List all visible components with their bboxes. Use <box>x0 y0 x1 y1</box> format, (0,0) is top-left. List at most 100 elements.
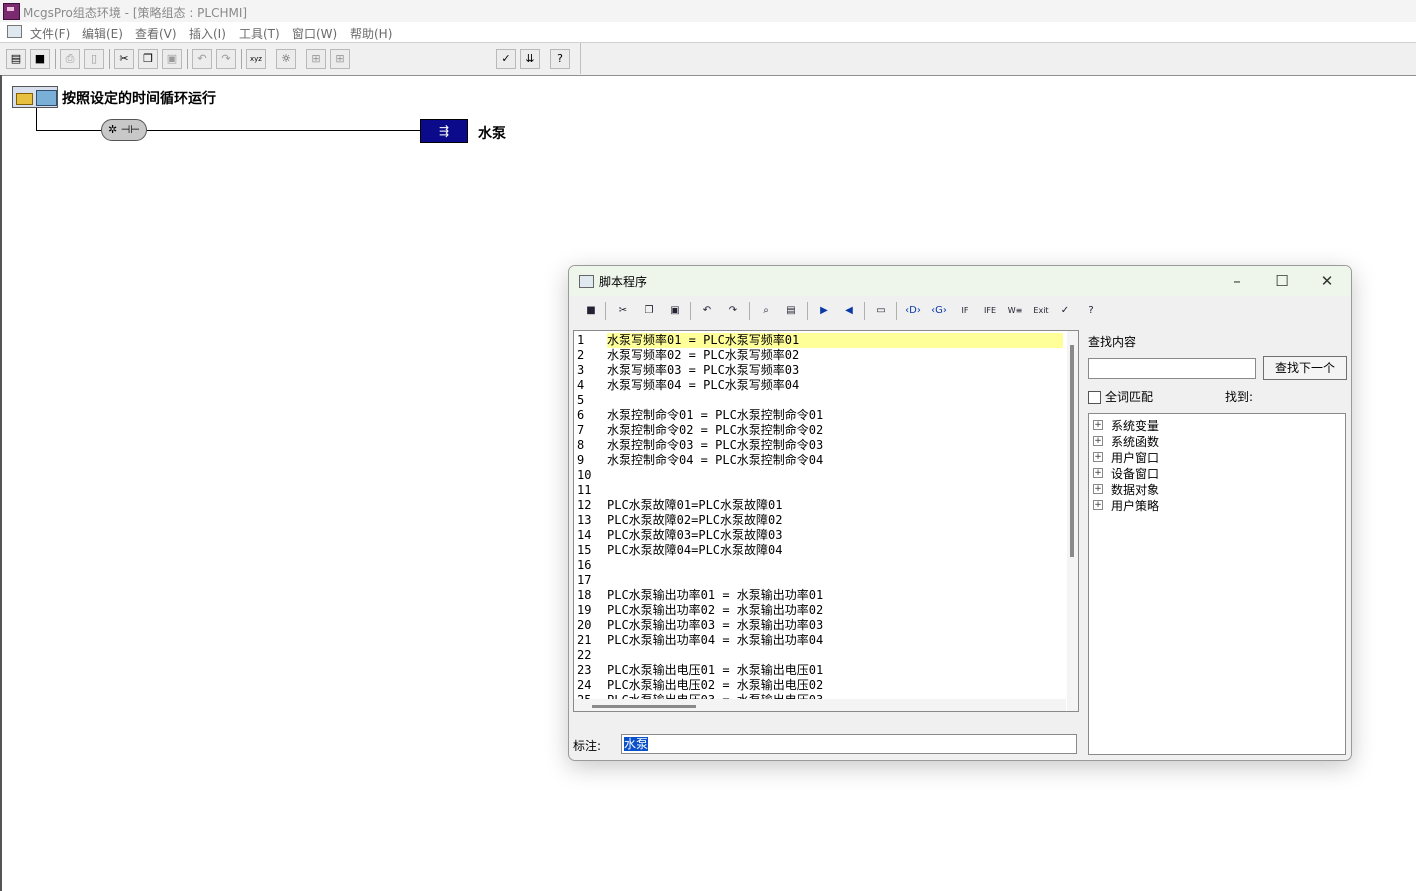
workspace-icon[interactable]: ▤ <box>6 49 26 69</box>
menu-help[interactable]: 帮助(H) <box>350 25 392 42</box>
redo-icon[interactable]: ↷ <box>216 49 236 69</box>
copy-icon[interactable]: ❐ <box>639 301 659 320</box>
horizontal-scrollbar[interactable] <box>574 699 1066 711</box>
app-icon <box>3 3 20 20</box>
outdent-icon[interactable]: ◀ <box>839 301 859 320</box>
code-line[interactable]: 2 水泵写频率02 = PLC水泵写频率02 <box>574 348 1064 363</box>
expand-icon[interactable]: + <box>1093 420 1103 430</box>
code-text: PLC水泵输出功率04 = 水泵输出功率04 <box>607 633 824 647</box>
code-line[interactable]: 11 <box>574 483 1064 498</box>
replace-icon[interactable]: ▤ <box>781 301 801 320</box>
vertical-scrollbar[interactable] <box>1067 331 1078 711</box>
indent-icon[interactable]: ▶ <box>814 301 834 320</box>
code-line[interactable]: 10 <box>574 468 1064 483</box>
check-icon[interactable]: ✓ <box>1055 301 1075 320</box>
code-line[interactable]: 20 PLC水泵输出功率03 = 水泵输出功率03 <box>574 618 1064 633</box>
maximize-button[interactable]: ☐ <box>1270 270 1294 292</box>
expand-icon[interactable]: + <box>1093 468 1103 478</box>
code-line[interactable]: 16 <box>574 558 1064 573</box>
code-lines: 1 水泵写频率01 = PLC水泵写频率01 2 水泵写频率02 = PLC水泵写频率… <box>574 333 1064 708</box>
expand-icon[interactable]: + <box>1093 452 1103 462</box>
document-icon[interactable] <box>7 25 22 38</box>
menu-view[interactable]: 查看(V) <box>135 25 177 42</box>
find-next-button[interactable]: 查找下一个 <box>1263 356 1347 380</box>
expand-icon[interactable]: + <box>1093 500 1103 510</box>
code-line[interactable]: 4 水泵写频率04 = PLC水泵写频率04 <box>574 378 1064 393</box>
strategy-row-icon[interactable]: ⊞ <box>306 49 326 69</box>
copy-icon[interactable]: ❐ <box>138 49 158 69</box>
while-icon[interactable]: W≡ <box>1005 301 1025 320</box>
strategy-title: 按照设定的时间循环运行 <box>62 91 216 107</box>
close-button[interactable]: ✕ <box>1315 270 1339 292</box>
find-icon[interactable]: ⌕ <box>756 301 776 320</box>
scroll-thumb[interactable] <box>1070 345 1074 557</box>
dialog-title: 脚本程序 <box>599 275 648 289</box>
code-line[interactable]: 15 PLC水泵故障04=PLC水泵故障04 <box>574 543 1064 558</box>
code-line[interactable]: 21 PLC水泵输出功率04 = 水泵输出功率04 <box>574 633 1064 648</box>
code-line[interactable]: 3 水泵写频率03 = PLC水泵写频率03 <box>574 363 1064 378</box>
cut-icon[interactable]: ✂ <box>613 301 633 320</box>
comment-icon[interactable]: ▭ <box>871 301 891 320</box>
undo-icon[interactable]: ↶ <box>697 301 717 320</box>
code-line[interactable]: 23 PLC水泵输出电压01 = 水泵输出电压01 <box>574 663 1064 678</box>
menu-window[interactable]: 窗口(W) <box>292 25 337 42</box>
minimize-button[interactable]: – <box>1225 270 1249 292</box>
code-line[interactable]: 14 PLC水泵故障03=PLC水泵故障03 <box>574 528 1064 543</box>
print-preview-icon[interactable]: ▯ <box>84 49 104 69</box>
whole-word-checkbox[interactable] <box>1088 391 1101 404</box>
script-action-icon[interactable]: ⇶ <box>420 119 468 143</box>
scroll-thumb[interactable] <box>592 705 696 708</box>
code-line[interactable]: 8 水泵控制命令03 = PLC水泵控制命令03 <box>574 438 1064 453</box>
line-number: 14 <box>577 528 592 542</box>
code-line[interactable]: 7 水泵控制命令02 = PLC水泵控制命令02 <box>574 423 1064 438</box>
menu-tools[interactable]: 工具(T) <box>239 25 280 42</box>
condition-icon[interactable]: ✲ ⊣⊢ <box>101 119 147 141</box>
global-icon[interactable]: ‹G› <box>929 301 949 320</box>
code-line[interactable]: 22 <box>574 648 1064 663</box>
if-else-icon[interactable]: IFE <box>980 301 1000 320</box>
note-value: 水泵 <box>624 737 649 751</box>
code-line[interactable]: 6 水泵控制命令01 = PLC水泵控制命令01 <box>574 408 1064 423</box>
script-editor[interactable]: 1 水泵写频率01 = PLC水泵写频率01 2 水泵写频率02 = PLC水泵写频率… <box>573 330 1079 712</box>
strategy-row-2-icon[interactable]: ⊞ <box>330 49 350 69</box>
redo-icon[interactable]: ↷ <box>723 301 743 320</box>
undo-icon[interactable]: ↶ <box>192 49 212 69</box>
menu-edit[interactable]: 编辑(E) <box>82 25 123 42</box>
help-icon[interactable]: ? <box>1081 301 1101 320</box>
save-icon[interactable]: ■ <box>581 301 601 320</box>
xyz-icon[interactable]: xyz <box>246 49 266 69</box>
menu-file[interactable]: 文件(F) <box>30 25 70 42</box>
print-icon[interactable]: ⎙ <box>60 49 80 69</box>
line-number: 11 <box>577 483 592 497</box>
code-line[interactable]: 1 水泵写频率01 = PLC水泵写频率01 <box>574 333 1064 348</box>
code-line[interactable]: 18 PLC水泵输出功率01 = 水泵输出功率01 <box>574 588 1064 603</box>
code-line[interactable]: 9 水泵控制命令04 = PLC水泵控制命令04 <box>574 453 1064 468</box>
code-line[interactable]: 13 PLC水泵故障02=PLC水泵故障02 <box>574 513 1064 528</box>
save-icon[interactable]: ■ <box>30 49 50 69</box>
help-icon[interactable]: ? <box>550 49 570 69</box>
check-icon[interactable]: ✓ <box>496 49 516 69</box>
code-line[interactable]: 12 PLC水泵故障01=PLC水泵故障01 <box>574 498 1064 513</box>
code-line[interactable]: 5 <box>574 393 1064 408</box>
code-line[interactable]: 24 PLC水泵输出电压02 = 水泵输出电压02 <box>574 678 1064 693</box>
note-input[interactable]: 水泵 <box>621 734 1077 754</box>
paste-icon[interactable]: ▣ <box>162 49 182 69</box>
code-line[interactable]: 19 PLC水泵输出功率02 = 水泵输出功率02 <box>574 603 1064 618</box>
line-number: 22 <box>577 648 592 662</box>
compile-icon[interactable]: ⇊ <box>520 49 540 69</box>
menu-insert[interactable]: 插入(I) <box>189 25 226 42</box>
cut-icon[interactable]: ✂ <box>114 49 134 69</box>
timer-icon[interactable]: ☼ <box>276 49 296 69</box>
strategy-block-icon[interactable] <box>12 86 58 108</box>
data-object-icon[interactable]: ‹D› <box>903 301 923 320</box>
code-line[interactable]: 17 <box>574 573 1064 588</box>
line-number: 8 <box>577 438 585 452</box>
expand-icon[interactable]: + <box>1093 436 1103 446</box>
paste-icon[interactable]: ▣ <box>665 301 685 320</box>
if-icon[interactable]: IF <box>955 301 975 320</box>
find-label: 查找内容 <box>1088 335 1137 349</box>
code-text: 水泵写频率01 = PLC水泵写频率01 <box>607 333 1063 348</box>
exit-icon[interactable]: Exit <box>1031 301 1051 320</box>
find-input[interactable] <box>1088 358 1256 379</box>
expand-icon[interactable]: + <box>1093 484 1103 494</box>
